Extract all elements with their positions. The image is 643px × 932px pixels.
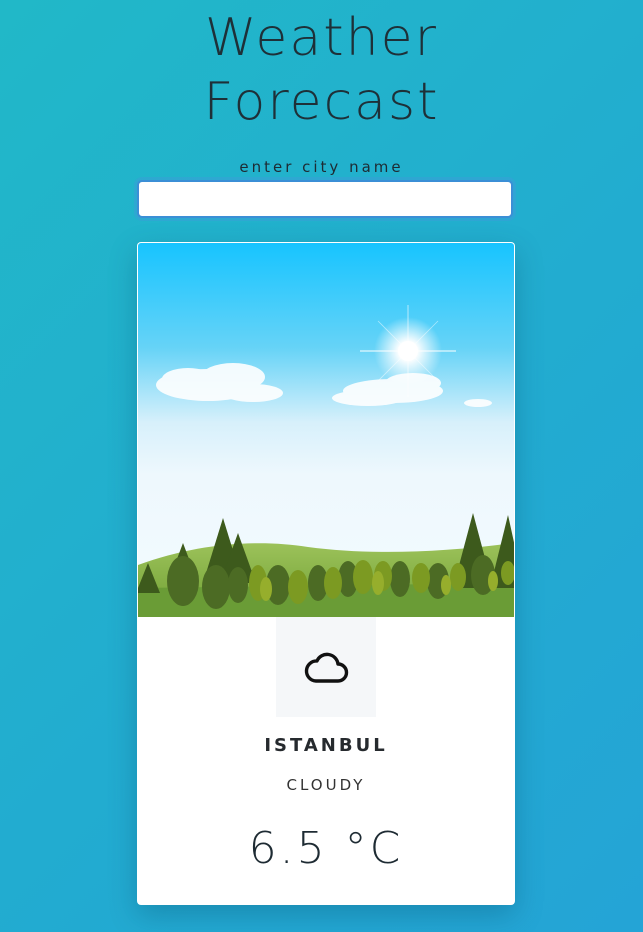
city-search-input[interactable] xyxy=(137,180,513,218)
temperature: 6.5 °C xyxy=(248,823,404,874)
weather-condition: CLOUDY xyxy=(286,776,366,794)
sky-forest-image xyxy=(138,243,514,617)
weather-card: ISTANBUL CLOUDY 6.5 °C xyxy=(137,242,515,905)
title-line-2: Forecast xyxy=(203,72,440,132)
city-input-label: enter city name xyxy=(239,158,404,176)
weather-condition-icon-box xyxy=(276,617,376,717)
app-title: Weather Forecast xyxy=(0,6,643,134)
title-line-1: Weather xyxy=(205,8,438,68)
cloud-icon xyxy=(304,652,349,683)
city-name: ISTANBUL xyxy=(264,735,388,756)
